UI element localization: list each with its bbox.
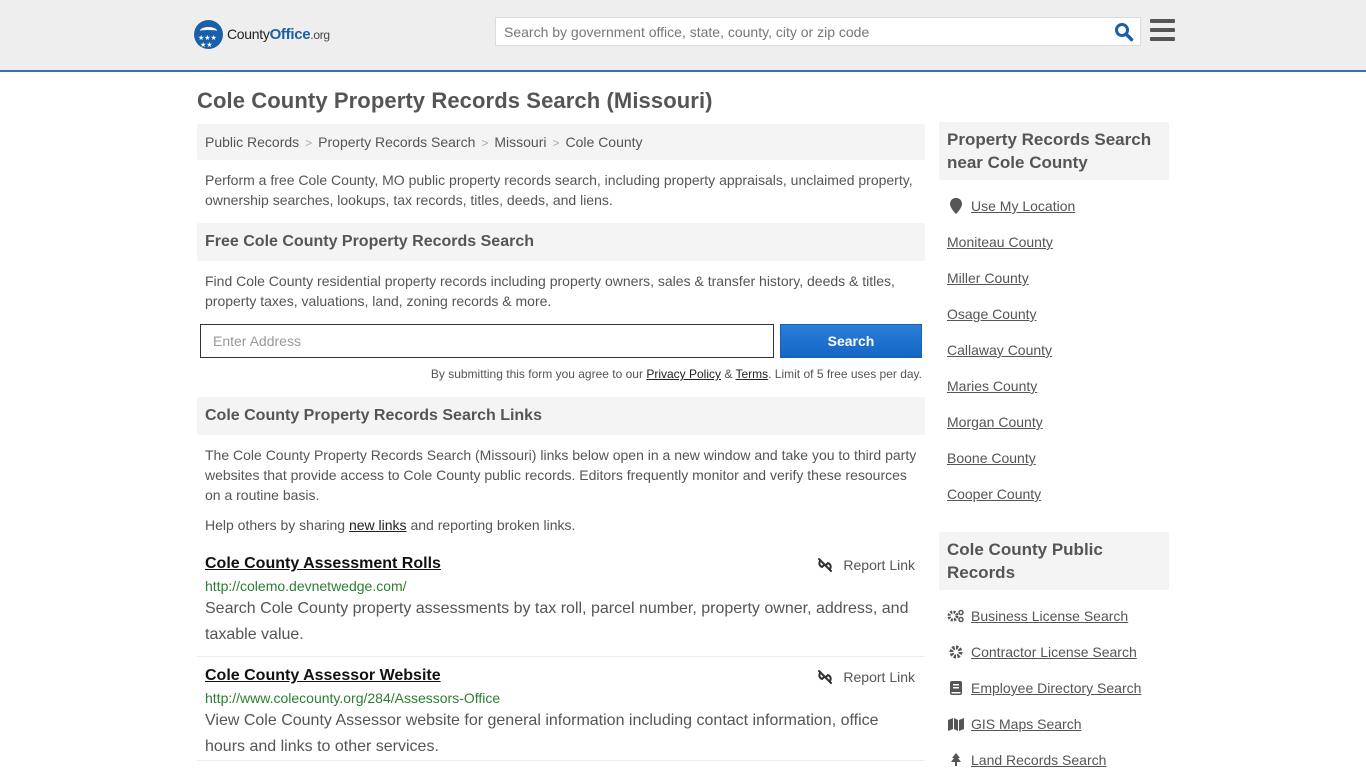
nearby-county-item: Osage County xyxy=(947,296,1169,332)
nearby-county-link[interactable]: Maries County xyxy=(947,378,1037,394)
nearby-county-item: Moniteau County xyxy=(947,224,1169,260)
intro-text: Perform a free Cole County, MO public pr… xyxy=(205,172,913,208)
public-record-item: Business License Search xyxy=(947,598,1169,634)
nearby-county-link[interactable]: Cooper County xyxy=(947,486,1041,502)
resource-url: http://colemo.devnetwedge.com/ xyxy=(205,578,407,594)
eagle-logo-icon: ★★★ ★★ xyxy=(194,20,223,49)
nearby-county-link[interactable]: Callaway County xyxy=(947,342,1052,358)
public-record-item: Contractor License Search xyxy=(947,634,1169,670)
breadcrumb-separator: > xyxy=(481,136,489,150)
gear-icon xyxy=(947,644,965,660)
new-links-link[interactable]: new links xyxy=(349,517,407,533)
public-record-item: Land Records Search xyxy=(947,742,1169,778)
breadcrumb-public-records[interactable]: Public Records xyxy=(205,134,299,150)
use-location-item: Use My Location xyxy=(947,188,1169,224)
broken-link-icon xyxy=(818,558,833,572)
resource-link-item: Cole County Assessment Rolls Report Link… xyxy=(197,555,925,657)
nearby-county-link[interactable]: Osage County xyxy=(947,306,1037,322)
public-record-link[interactable]: GIS Maps Search xyxy=(971,716,1082,732)
search-button[interactable]: Search xyxy=(780,324,922,358)
nearby-county-link[interactable]: Morgan County xyxy=(947,414,1043,430)
book-icon xyxy=(947,680,965,696)
nearby-county-link[interactable]: Boone County xyxy=(947,450,1036,466)
breadcrumb: Public Records > Property Records Search > M… xyxy=(197,124,925,160)
site-logo[interactable]: ★★★ ★★ CountyOffice.org xyxy=(194,20,330,49)
nearby-county-item: Callaway County xyxy=(947,332,1169,368)
report-link-button[interactable]: Report Link xyxy=(817,557,915,573)
free-search-text: Find Cole County residential property re… xyxy=(205,273,895,309)
nearby-county-item: Boone County xyxy=(947,440,1169,476)
public-records-heading: Cole County Public Records xyxy=(939,532,1169,590)
report-link-button[interactable]: Report Link xyxy=(817,669,915,685)
public-records-list: Business License Search Contractor Licen… xyxy=(939,598,1169,778)
breadcrumb-property-records-search[interactable]: Property Records Search xyxy=(318,134,475,150)
nearby-heading: Property Records Search near Cole County xyxy=(939,122,1169,180)
nearby-county-item: Miller County xyxy=(947,260,1169,296)
nearby-county-item: Morgan County xyxy=(947,404,1169,440)
site-search xyxy=(495,17,1141,46)
breadcrumb-separator: > xyxy=(552,136,560,150)
top-bar: ★★★ ★★ CountyOffice.org xyxy=(0,0,1366,72)
site-search-input[interactable] xyxy=(496,18,1096,45)
page-title: Cole County Property Records Search (Mis… xyxy=(197,88,713,113)
broken-link-icon xyxy=(818,670,833,684)
resource-link-title[interactable]: Cole County Assessment Rolls xyxy=(205,555,441,573)
nearby-list: Use My Location Moniteau County Miller C… xyxy=(939,188,1169,512)
public-record-link[interactable]: Land Records Search xyxy=(971,752,1106,768)
resource-link-item: Cole County Assessor Website Report Link… xyxy=(197,667,925,761)
tree-icon xyxy=(947,752,965,768)
address-input[interactable] xyxy=(200,324,774,358)
use-my-location-link[interactable]: Use My Location xyxy=(971,198,1075,214)
form-disclaimer: By submitting this form you agree to our… xyxy=(430,367,922,381)
free-search-heading: Free Cole County Property Records Search xyxy=(197,223,925,261)
links-intro-text: The Cole County Property Records Search … xyxy=(205,447,917,503)
resource-link-title[interactable]: Cole County Assessor Website xyxy=(205,667,441,685)
nearby-county-item: Cooper County xyxy=(947,476,1169,512)
links-heading: Cole County Property Records Search Link… xyxy=(197,397,925,435)
main-content: Public Records > Property Records Search > M… xyxy=(197,124,925,761)
map-icon xyxy=(947,716,965,732)
nearby-county-link[interactable]: Moniteau County xyxy=(947,234,1053,250)
hamburger-menu-icon[interactable] xyxy=(1150,19,1175,41)
resource-description: View Cole County Assessor website for ge… xyxy=(205,712,879,755)
public-record-link[interactable]: Employee Directory Search xyxy=(971,680,1141,696)
sidebar: Property Records Search near Cole County… xyxy=(939,122,1169,778)
breadcrumb-cole-county[interactable]: Cole County xyxy=(566,134,643,150)
breadcrumb-separator: > xyxy=(305,136,313,150)
public-record-item: GIS Maps Search xyxy=(947,706,1169,742)
nearby-county-item: Maries County xyxy=(947,368,1169,404)
resource-description: Search Cole County property assessments … xyxy=(205,600,909,643)
cogs-icon xyxy=(947,608,965,624)
breadcrumb-missouri[interactable]: Missouri xyxy=(494,134,546,150)
resource-url: http://www.colecounty.org/284/Assessors-… xyxy=(205,690,501,706)
public-record-link[interactable]: Contractor License Search xyxy=(971,644,1137,660)
search-icon[interactable] xyxy=(1114,22,1134,42)
address-search-form: Search xyxy=(197,324,925,358)
help-text: Help others by sharing new links and rep… xyxy=(205,517,576,533)
logo-text: CountyOffice.org xyxy=(227,26,330,43)
public-record-link[interactable]: Business License Search xyxy=(971,608,1128,624)
map-marker-icon xyxy=(947,198,965,214)
privacy-policy-link[interactable]: Privacy Policy xyxy=(646,367,721,381)
nearby-county-link[interactable]: Miller County xyxy=(947,270,1029,286)
public-record-item: Employee Directory Search xyxy=(947,670,1169,706)
terms-link[interactable]: Terms xyxy=(735,367,768,381)
